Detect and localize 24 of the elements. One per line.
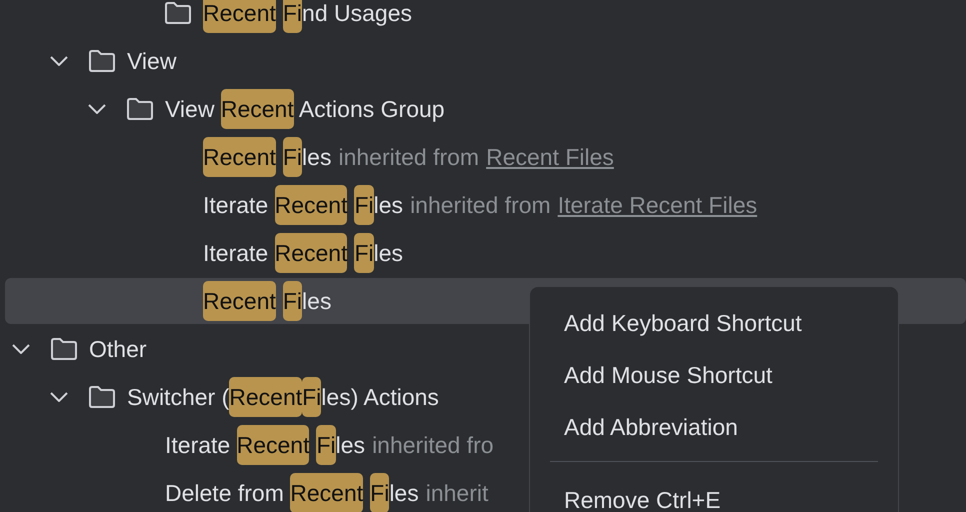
folder-icon <box>126 97 154 121</box>
folder-name[interactable]: Switcher (RecentFiles) Actions <box>127 377 439 417</box>
folder-name[interactable]: View Recent Actions Group <box>165 89 445 129</box>
inherited-link[interactable]: Iterate Recent Files <box>558 192 758 218</box>
folder-icon <box>88 385 116 409</box>
folder-name[interactable]: Recent Find Usages <box>203 0 412 33</box>
menu-item[interactable]: Add Mouse Shortcut <box>550 349 878 401</box>
menu-item[interactable]: Add Abbreviation <box>550 401 878 453</box>
folder-name[interactable]: View <box>127 41 176 81</box>
inherited-hint: inherited fro <box>372 432 494 458</box>
folder-icon <box>50 337 78 361</box>
inherited-hint: inherit <box>426 480 488 506</box>
inherited-link[interactable]: Recent Files <box>486 144 614 170</box>
chevron-down-icon[interactable] <box>50 392 68 402</box>
folder-name[interactable]: Other <box>89 329 147 369</box>
chevron-down-icon[interactable] <box>50 56 68 66</box>
chevron-down-icon[interactable] <box>88 104 106 114</box>
folder-icon <box>88 49 116 73</box>
folder-icon <box>164 1 192 25</box>
inherited-hint: inherited from <box>338 144 480 170</box>
chevron-down-icon[interactable] <box>12 344 30 354</box>
inherited-hint: inherited from <box>410 192 551 218</box>
action-name[interactable]: Delete from Recent Files <box>165 473 419 512</box>
menu-item[interactable]: Remove Ctrl+E <box>550 474 878 512</box>
